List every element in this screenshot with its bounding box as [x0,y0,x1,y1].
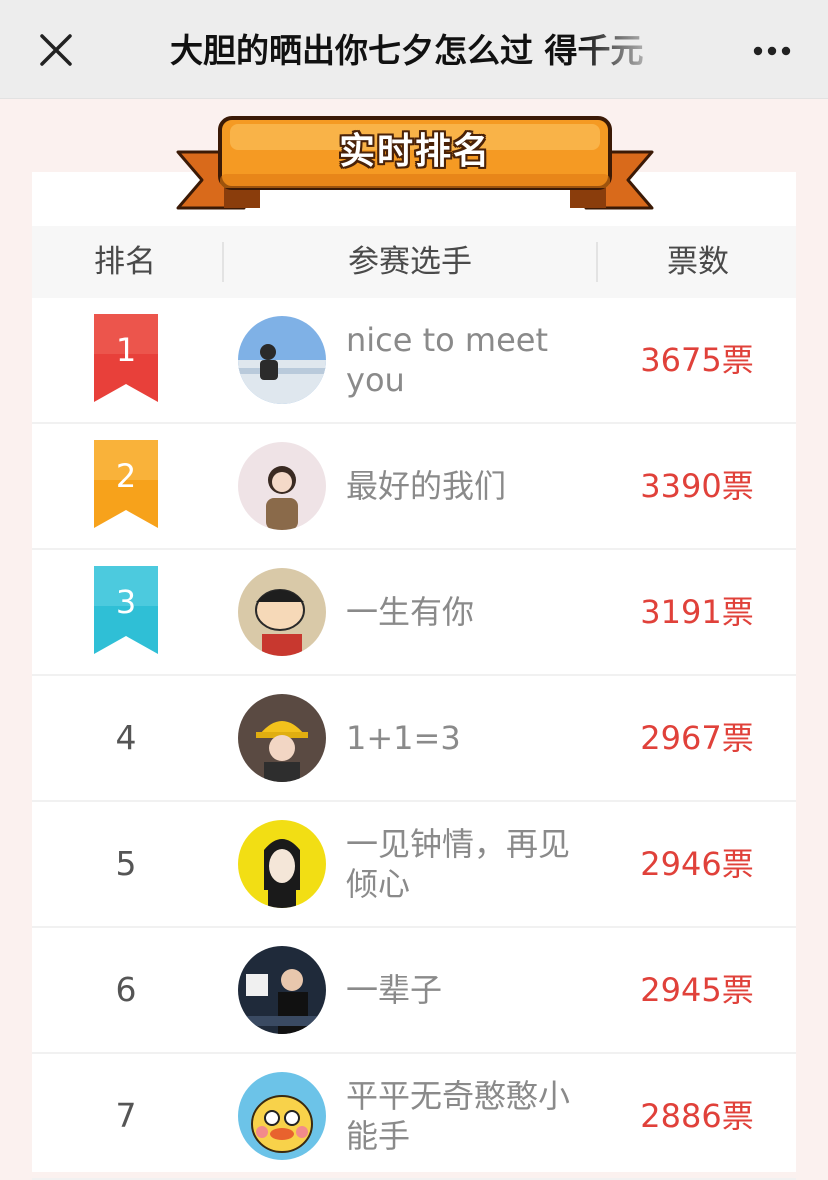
vote-count: 3675票 [640,341,754,379]
avatar [238,946,326,1034]
table-row[interactable]: 2 最好的我们 3390票 [32,424,796,550]
table-row[interactable]: 7 平平无奇憨憨小能手 2886票 [32,1054,796,1180]
vote-count: 2946票 [640,845,754,883]
avatar [238,820,326,908]
table-header: 排名 参赛选手 票数 [32,226,796,298]
rank-number: 2 [115,457,137,495]
avatar [238,442,326,530]
more-dots-icon[interactable] [750,36,794,66]
table-row[interactable]: 4 1+1=3 2967票 [32,676,796,802]
ranking-banner: 实时排名 [174,112,656,212]
avatar [238,316,326,404]
rank-badge-cyan: 3 [90,566,162,658]
player-name: 平平无奇憨憨小能手 [346,1077,571,1155]
player-name: 1+1=3 [346,719,461,757]
player-name: nice to meet you [346,321,549,399]
rank-number: 3 [115,583,137,621]
table-row[interactable]: 3 一生有你 3191票 [32,550,796,676]
player-name: 一见钟情，再见倾心 [346,825,571,903]
player-name: 一辈子 [346,971,443,1009]
table-row[interactable]: 6 一辈子 2945票 [32,928,796,1054]
header-player: 参赛选手 [348,244,472,280]
vote-count: 2967票 [640,719,754,757]
rank-number: 5 [115,844,137,883]
rank-number: 7 [115,1096,137,1135]
vote-count: 2945票 [640,971,754,1009]
avatar [238,1072,326,1160]
table-row[interactable]: 5 一见钟情，再见倾心 2946票 [32,802,796,928]
avatar [238,694,326,782]
close-icon[interactable] [36,30,76,70]
player-name: 最好的我们 [346,467,507,505]
rank-badge-red: 1 [90,314,162,406]
page-title: 大胆的晒出你七夕怎么过 得千元 [170,31,644,70]
rank-number: 6 [115,970,137,1009]
header-votes: 票数 [667,244,729,280]
rank-number: 1 [115,331,137,369]
avatar [238,568,326,656]
rank-badge-orange: 2 [90,440,162,532]
banner-title: 实时排名 [338,131,491,172]
header-divider [596,242,598,282]
navigation-bar: 大胆的晒出你七夕怎么过 得千元 [0,0,828,99]
player-name: 一生有你 [346,593,475,631]
header-rank: 排名 [94,244,156,280]
vote-count: 3191票 [640,593,754,631]
table-row[interactable]: 1 nice to meet you 3675票 [32,298,796,424]
rank-number: 4 [115,718,137,757]
vote-count: 3390票 [640,467,754,505]
vote-count: 2886票 [640,1097,754,1135]
